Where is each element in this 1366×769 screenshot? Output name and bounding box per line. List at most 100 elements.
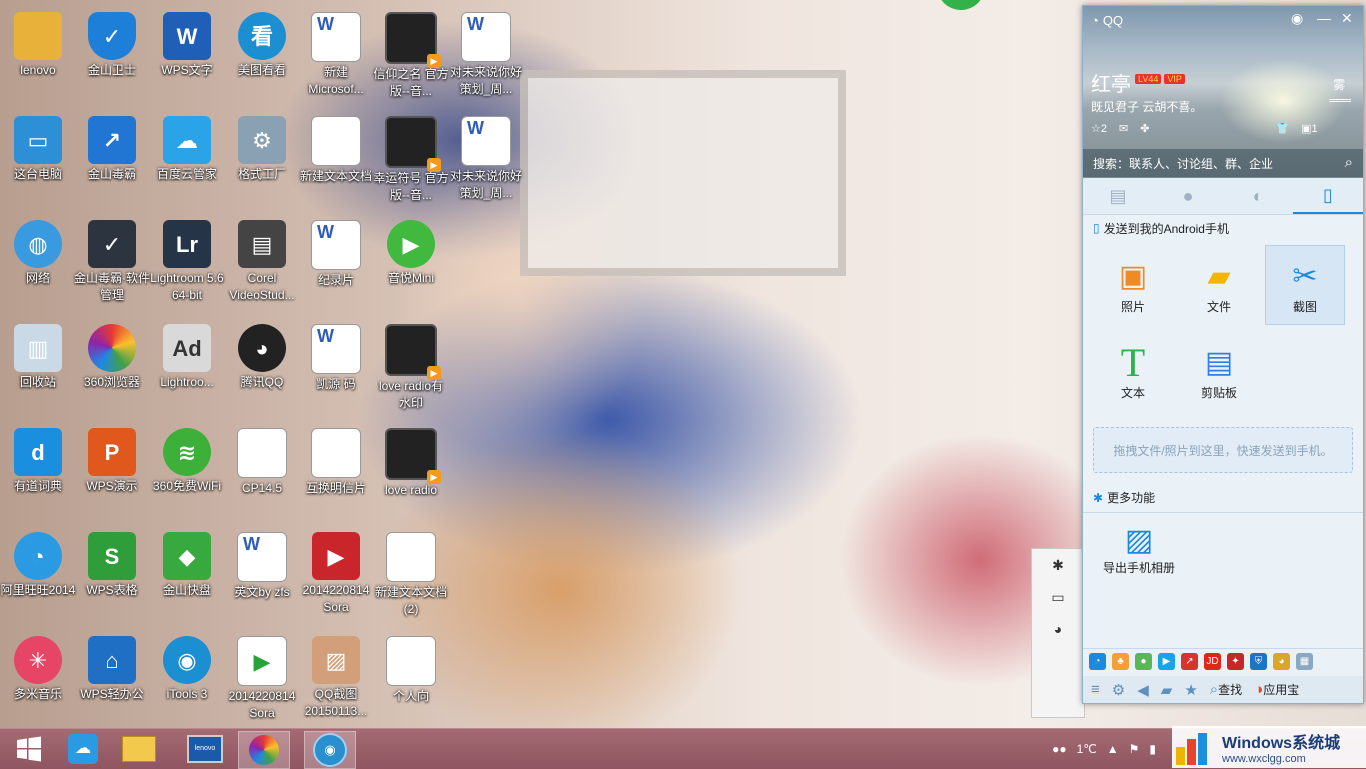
stock-icon[interactable]: ↗ [1181,653,1198,670]
folder-bottom-icon[interactable]: ▰ [1161,681,1173,699]
mail-icon[interactable]: ✉ [1119,122,1128,135]
screenshot-button[interactable]: ✂ 截图 [1265,245,1345,325]
desktop-icon[interactable]: ▶ 2014220814 Sora [224,630,300,722]
dog-icon[interactable]: ◕ [1273,653,1290,670]
desktop-icon[interactable]: ⌂ WPS轻办公 [74,630,150,703]
taskbar-lenovo[interactable]: lenovo [180,731,230,767]
show-hidden-icons-button[interactable]: ▲ [1107,742,1119,756]
tab-groups[interactable]: ◐ [1223,178,1293,214]
start-button[interactable] [4,731,54,767]
desktop-icon[interactable]: ◉ iTools 3 [149,630,225,703]
desktop-icon[interactable]: ✳ 多米音乐 [0,630,76,703]
desktop-icon[interactable]: S WPS表格 [74,526,150,599]
desktop-icon[interactable]: love radio [373,422,449,499]
taskbar-360-browser[interactable] [238,731,290,769]
desktop-icon[interactable]: lenovo [0,6,76,79]
desktop-icon[interactable]: P WPS演示 [74,422,150,495]
window-icon[interactable]: ▣1 [1301,122,1318,135]
friends-icon[interactable]: ✤ [1140,122,1149,135]
jd-icon[interactable]: JD [1204,653,1221,670]
desktop-icon[interactable]: 看美图看看 [224,6,300,79]
clipboard-button[interactable]: ▤ 剪贴板 [1179,331,1259,411]
minimize-button[interactable]: — [1317,10,1331,26]
desktop-icon[interactable]: W WPS文字 [149,6,225,79]
desktop-icon[interactable]: ▤ Corel VideoStud... [224,214,300,304]
sound-icon[interactable]: ◀ [1137,681,1149,699]
taskbar-baidu-cloud[interactable]: ☁ [58,731,108,767]
tab-conversations[interactable]: ▤ [1083,178,1153,214]
star-icon[interactable]: ☆2 [1091,122,1107,135]
video-icon[interactable]: ▶ [1158,653,1175,670]
find-button[interactable]: ⌕查找 [1210,681,1242,698]
close-button[interactable]: ✕ [1341,10,1353,27]
desktop-icon[interactable]: Ad Lightroo... [149,318,225,391]
desktop-icon[interactable]: 对未来说你好策划_周... [448,110,524,202]
appbox-button[interactable]: ◑应用宝 [1254,681,1299,698]
desktop-icon[interactable]: ◍ 网络 [0,214,76,287]
bluetooth-icon[interactable]: ✱ [1032,549,1084,581]
desktop-icon[interactable]: ◆ 金山快盘 [149,526,225,599]
desktop-icon[interactable]: 纪录片 [298,214,374,289]
pet-icon[interactable]: ● [1135,653,1152,670]
desktop-icon[interactable]: ▭ 这台电脑 [0,110,76,183]
weather-cloud-icon[interactable]: ●● [1052,742,1067,756]
settings-icon[interactable]: ⚙ [1112,681,1125,699]
weather-widget[interactable]: 雾 ═══ [1329,76,1350,107]
network-icon[interactable]: ▮ [1149,742,1156,756]
desktop-icon[interactable]: 凯源 码 [298,318,374,393]
desktop-icon[interactable]: ↗ 金山毒霸 [74,110,150,183]
desktop-icon[interactable]: ▥ 回收站 [0,318,76,391]
qq-tray-icon[interactable]: ◕ [1032,613,1084,645]
grid-icon[interactable]: ▦ [1296,653,1313,670]
tab-phone[interactable]: ▯ [1293,178,1363,214]
desktop-icon[interactable]: ✓ 金山毒霸·软件管理 [74,214,150,304]
desktop-icon[interactable]: 对未来说你好策划_周... [448,6,524,98]
desktop-icon[interactable]: 幸运符号 官方版--音... [373,110,449,204]
tab-contacts[interactable]: ● [1153,178,1223,214]
signature[interactable]: 既见君子 云胡不喜。 [1091,98,1202,115]
text-button[interactable]: T 文本 [1093,331,1173,411]
gift-icon[interactable]: ✦ [1227,653,1244,670]
display-icon[interactable]: ▭ [1032,581,1084,613]
desktop-icon[interactable]: ◕ 腾讯QQ [224,318,300,391]
desktop-icon[interactable]: 新建 Microsof... [298,6,374,98]
file-drop-zone[interactable]: 拖拽文件/照片到这里，快速发送到手机。 [1093,427,1353,473]
desktop-icon[interactable]: 360浏览器 [74,318,150,391]
file-button[interactable]: ▰ 文件 [1179,245,1259,325]
desktop-icon[interactable]: love radio有水印 [373,318,449,412]
qq-penguin-icon: ◔ [1091,13,1099,28]
menu-icon[interactable]: ≡ [1091,681,1100,698]
photo-button[interactable]: ▣ 照片 [1093,245,1173,325]
guard-icon[interactable]: ⛨ [1250,653,1267,670]
favorites-icon[interactable]: ★ [1184,681,1197,699]
desktop-icon[interactable]: ✓ 金山卫士 [74,6,150,79]
desktop-icon[interactable]: ☁ 百度云管家 [149,110,225,183]
game-icon[interactable]: ♣ [1112,653,1129,670]
desktop-icon[interactable]: 个人向 [373,630,449,705]
skin-icon[interactable]: ◉ [1291,10,1303,27]
flag-icon[interactable]: ⚑ [1129,742,1140,756]
taskbar-image-viewer[interactable]: ◉ [304,731,356,769]
desktop-icon[interactable]: ≋ 360免费WiFi [149,422,225,495]
desktop-icon[interactable]: ⚙ 格式工厂 [224,110,300,183]
temperature[interactable]: 1℃ [1077,742,1097,756]
export-album-button[interactable]: ▨ 导出手机相册 [1091,523,1187,576]
search-icon[interactable]: ⌕ [1345,154,1353,171]
desktop-icon[interactable]: 互换明信片 [298,422,374,497]
desktop-icon[interactable]: 新建文本文档 (2) [373,526,449,618]
qzone-icon[interactable]: ◔ [1089,653,1106,670]
desktop-icon[interactable]: ▶ 音悦Mini [373,214,449,287]
desktop-icon[interactable]: ▶ 2014220814 Sora [298,526,374,616]
desktop-icon[interactable]: ◔ 阿里旺旺2014 [0,526,76,599]
nickname[interactable]: 红亭 [1091,68,1131,97]
desktop-icon[interactable]: CP14.5 [224,422,300,497]
desktop-icon[interactable]: 英文by zfs [224,526,300,601]
desktop-icon[interactable]: ▨ QQ截图 20150113... [298,630,374,720]
desktop-icon[interactable]: d 有道词典 [0,422,76,495]
desktop-icon[interactable]: Lr Lightroom 5.6 64-bit [149,214,225,304]
search-bar[interactable]: 搜索：联系人、讨论组、群、企业 ⌕ [1083,149,1363,177]
taskbar-file-explorer[interactable] [114,731,164,767]
desktop-icon[interactable]: 新建文本文档 [298,110,374,185]
desktop-icon[interactable]: 信仰之名 官方版--音... [373,6,449,100]
shirt-icon[interactable]: 👕 [1275,122,1289,135]
